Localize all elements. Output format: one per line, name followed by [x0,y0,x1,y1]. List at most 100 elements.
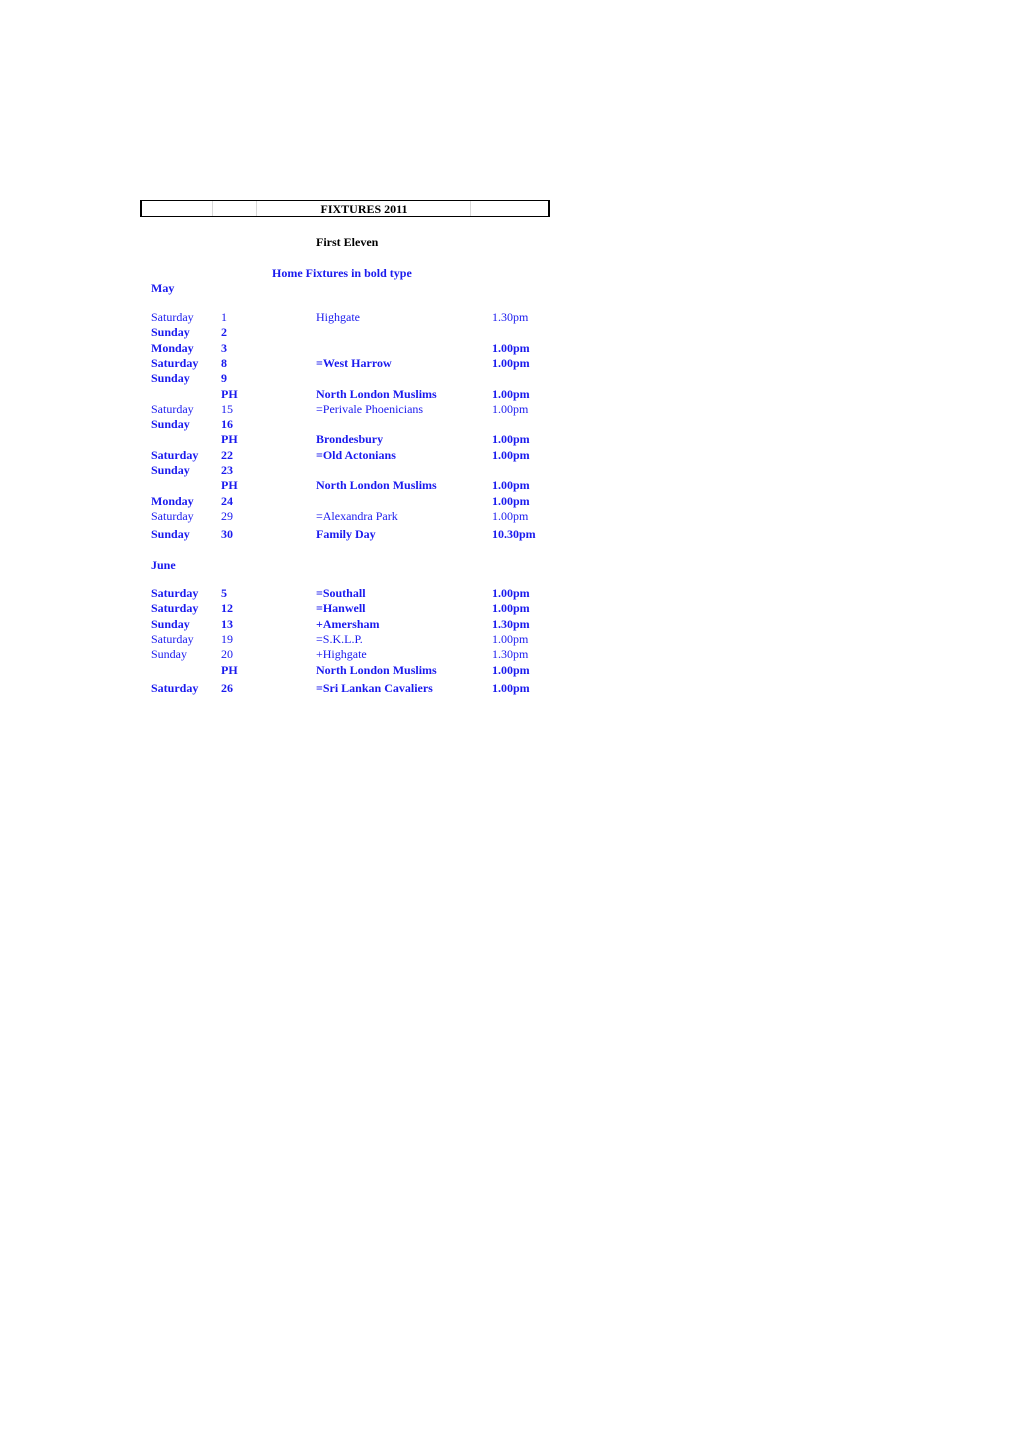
fixture-time: 1.00pm [492,586,530,600]
fixture-day: Saturday [151,586,199,600]
fixture-date: 8 [221,356,227,370]
fixture-date: PH [221,432,238,446]
month-heading: June [151,558,176,572]
fixture-day: Saturday [151,310,194,324]
fixture-date: 22 [221,448,233,462]
fixture-date: PH [221,387,238,401]
legend-note: Home Fixtures in bold type [272,266,412,280]
fixture-row: Sunday 16 [0,417,600,432]
fixture-opponent: =Hanwell [316,601,366,615]
fixture-row: Sunday 20 +Highgate 1.30pm [0,647,600,662]
fixture-row: Monday 3 1.00pm [0,341,600,356]
fixture-opponent: =S.K.L.P. [316,632,363,646]
fixture-row: Sunday 13 +Amersham 1.30pm [0,617,600,632]
team-subtitle: First Eleven [316,235,379,249]
fixture-day: Saturday [151,356,199,370]
fixture-time: 1.30pm [492,647,529,661]
fixture-row: Sunday 30 Family Day 10.30pm [0,527,600,542]
fixture-time: 1.00pm [492,402,529,416]
fixture-day: Sunday [151,463,190,477]
fixture-day: Saturday [151,601,199,615]
fixture-opponent: =Southall [316,586,366,600]
fixture-row: Saturday 29 =Alexandra Park 1.00pm [0,509,600,524]
fixture-time: 1.30pm [492,617,530,631]
fixture-row: Sunday 23 [0,463,600,478]
fixture-time: 1.00pm [492,356,530,370]
fixture-opponent: North London Muslims [316,478,437,492]
fixture-time: 1.00pm [492,663,530,677]
fixture-time: 1.00pm [492,601,530,615]
fixture-day: Sunday [151,617,190,631]
fixture-row: PH Brondesbury 1.00pm [0,432,600,447]
fixture-date: 1 [221,310,227,324]
fixture-opponent: North London Muslims [316,387,437,401]
fixture-day: Monday [151,494,194,508]
fixture-opponent: =West Harrow [316,356,392,370]
fixture-date: 15 [221,402,233,416]
fixture-row: Saturday 22 =Old Actonians 1.00pm [0,448,600,463]
fixture-row: PH North London Muslims 1.00pm [0,663,600,678]
fixture-row: Saturday 12 =Hanwell 1.00pm [0,601,600,616]
fixture-opponent: Brondesbury [316,432,384,446]
fixture-row: Sunday 9 [0,371,600,386]
fixture-opponent: Family Day [316,527,376,541]
fixture-opponent: +Highgate [316,647,367,661]
fixture-date: 5 [221,586,227,600]
month-heading: May [151,281,175,295]
fixture-date: 30 [221,527,233,541]
fixture-day: Saturday [151,681,199,695]
fixture-day: Sunday [151,325,190,339]
fixture-date: PH [221,663,238,677]
fixture-time: 1.00pm [492,341,530,355]
fixture-date: PH [221,478,238,492]
fixture-opponent: Highgate [316,310,360,324]
fixture-row: Saturday 5 =Southall 1.00pm [0,586,600,601]
fixture-day: Saturday [151,448,199,462]
fixture-opponent: =Perivale Phoenicians [316,402,424,416]
fixture-date: 19 [221,632,233,646]
title-box: FIXTURES 2011 [140,200,550,217]
fixture-row: Saturday 1 Highgate 1.30pm [0,310,600,325]
fixture-time: 1.00pm [492,632,529,646]
fixture-day: Sunday [151,417,190,431]
fixture-date: 26 [221,681,233,695]
fixture-time: 1.00pm [492,478,530,492]
fixture-row: Saturday 8 =West Harrow 1.00pm [0,356,600,371]
fixture-day: Sunday [151,647,187,661]
page-title: FIXTURES 2011 [320,202,408,216]
fixture-date: 24 [221,494,233,508]
fixture-row: Sunday 2 [0,325,600,340]
fixture-row: PH North London Muslims 1.00pm [0,478,600,493]
fixture-row: PH North London Muslims 1.00pm [0,387,600,402]
fixture-date: 2 [221,325,227,339]
fixture-time: 10.30pm [492,527,536,541]
fixture-day: Sunday [151,527,190,541]
fixture-row: Saturday 15 =Perivale Phoenicians 1.00pm [0,402,600,417]
fixture-day: Saturday [151,509,194,523]
fixture-date: 3 [221,341,227,355]
fixture-opponent: =Sri Lankan Cavaliers [316,681,433,695]
fixture-date: 9 [221,371,227,385]
fixture-time: 1.00pm [492,448,530,462]
fixture-time: 1.00pm [492,681,530,695]
fixture-date: 23 [221,463,233,477]
fixture-day: Saturday [151,402,194,416]
fixture-day: Sunday [151,371,190,385]
fixture-row: Saturday 19 =S.K.L.P. 1.00pm [0,632,600,647]
fixture-time: 1.00pm [492,509,529,523]
fixture-opponent: =Old Actonians [316,448,396,462]
fixture-time: 1.00pm [492,494,530,508]
fixture-day: Monday [151,341,194,355]
fixture-date: 16 [221,417,233,431]
fixture-date: 13 [221,617,233,631]
fixture-time: 1.00pm [492,387,530,401]
fixture-opponent: =Alexandra Park [316,509,398,523]
fixture-opponent: +Amersham [316,617,380,631]
fixture-time: 1.00pm [492,432,530,446]
fixture-row: Saturday 26 =Sri Lankan Cavaliers 1.00pm [0,681,600,696]
fixture-date: 29 [221,509,233,523]
fixture-day: Saturday [151,632,194,646]
fixture-time: 1.30pm [492,310,529,324]
fixture-row: Monday 24 1.00pm [0,494,600,509]
fixture-date: 20 [221,647,233,661]
